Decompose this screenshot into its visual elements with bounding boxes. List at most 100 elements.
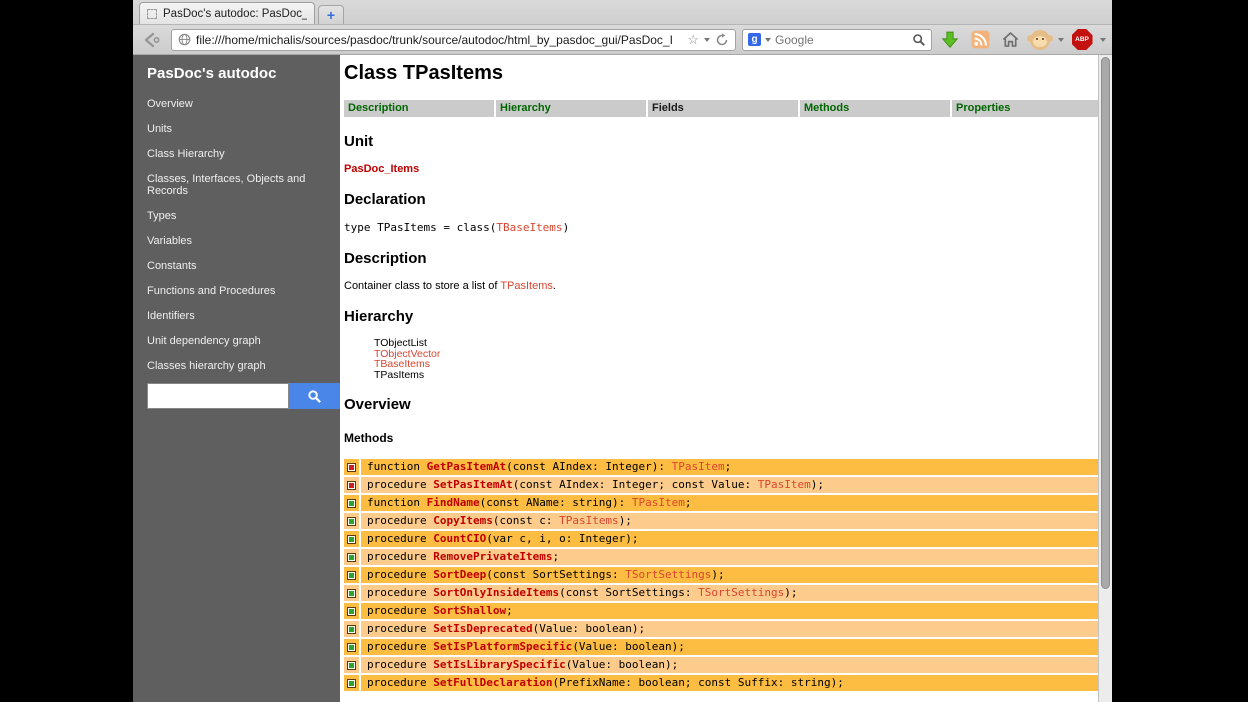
bookmark-star-icon[interactable]: ☆ (687, 32, 699, 48)
hierarchy-entry-tobjectlist: TObjectList (374, 338, 1102, 349)
addon-dropdown-chevron-icon[interactable] (1058, 38, 1064, 42)
sidebar-item-class-hierarchy[interactable]: Class Hierarchy (147, 146, 340, 162)
type-link[interactable]: TSortSettings (698, 586, 784, 599)
code-text: type TPasItems = class( (344, 221, 496, 234)
downloads-button[interactable] (938, 28, 962, 52)
method-row: procedure SetIsPlatformSpecific(Value: b… (344, 639, 1102, 655)
green-square-marker-icon (347, 535, 356, 544)
url-dropdown-chevron-icon[interactable] (704, 38, 710, 42)
code-text: (var c, i, o: Integer); (486, 532, 638, 545)
adblock-dropdown-chevron-icon[interactable] (1100, 38, 1106, 42)
type-link[interactable]: TPasItems (559, 514, 619, 527)
identifier-link[interactable]: RemovePrivateItems (433, 550, 552, 563)
identifier-link[interactable]: SetIsDeprecated (433, 622, 532, 635)
identifier-link[interactable]: SetIsPlatformSpecific (433, 640, 572, 653)
hierarchy-list: TObjectListTObjectVectorTBaseItemsTPasIt… (374, 338, 1102, 380)
vertical-scrollbar[interactable] (1098, 55, 1112, 702)
identifier-link[interactable]: SetPasItemAt (433, 478, 512, 491)
class-nav-hierarchy[interactable]: Hierarchy (496, 100, 646, 117)
method-row: function GetPasItemAt(const AIndex: Inte… (344, 459, 1102, 475)
type-link[interactable]: TBaseItems (496, 221, 562, 234)
sidebar-search-input[interactable] (147, 383, 289, 409)
code-text: procedure (367, 586, 433, 599)
green-square-marker-icon (347, 571, 356, 580)
adblock-plus-icon: ABP (1072, 29, 1093, 50)
sidebar-item-constants[interactable]: Constants (147, 258, 340, 274)
identifier-link[interactable]: FindName (427, 496, 480, 509)
sidebar-search-button[interactable] (289, 383, 340, 409)
type-link[interactable]: TPasItem (758, 478, 811, 491)
back-button[interactable] (139, 29, 165, 51)
type-link[interactable]: TPasItems (500, 280, 553, 292)
method-declaration: procedure SortShallow; (361, 603, 1102, 619)
sidebar-item-identifiers[interactable]: Identifiers (147, 308, 340, 324)
method-declaration: procedure SetIsDeprecated(Value: boolean… (361, 621, 1102, 637)
sidebar-item-types[interactable]: Types (147, 208, 340, 224)
class-nav-description[interactable]: Description (344, 100, 494, 117)
hierarchy-entry-tobjectvector[interactable]: TObjectVector (374, 349, 1102, 360)
sidebar-item-classes-interfaces-objects-and-records[interactable]: Classes, Interfaces, Objects and Records (147, 171, 340, 199)
code-text: (const SortSettings: (486, 568, 625, 581)
code-text: ); (784, 586, 797, 599)
sidebar-item-functions-and-procedures[interactable]: Functions and Procedures (147, 283, 340, 299)
visibility-cell (344, 639, 359, 655)
home-button[interactable] (998, 28, 1022, 52)
sidebar: PasDoc's autodoc OverviewUnitsClass Hier… (133, 55, 340, 702)
rss-feed-button[interactable] (968, 28, 992, 52)
reload-icon[interactable] (715, 33, 729, 47)
class-nav-properties[interactable]: Properties (952, 100, 1102, 117)
hierarchy-entry-tbaseitems[interactable]: TBaseItems (374, 359, 1102, 370)
search-engine-chevron-icon[interactable] (765, 38, 771, 42)
code-text: (const SortSettings: (559, 586, 698, 599)
identifier-link[interactable]: SortDeep (433, 568, 486, 581)
method-declaration: function GetPasItemAt(const AIndex: Inte… (361, 459, 1102, 475)
magnifier-icon (307, 389, 322, 404)
search-magnifier-icon[interactable] (912, 33, 926, 47)
class-nav-methods[interactable]: Methods (800, 100, 950, 117)
identifier-link[interactable]: CopyItems (433, 514, 493, 527)
new-tab-button[interactable]: + (318, 5, 344, 24)
url-text[interactable]: file:///home/michalis/sources/pasdoc/tru… (196, 33, 682, 47)
method-row: procedure SetIsLibrarySpecific(Value: bo… (344, 657, 1102, 673)
identifier-link[interactable]: SetFullDeclaration (433, 676, 552, 689)
type-link[interactable]: TPasItem (672, 460, 725, 473)
sidebar-item-classes-hierarchy-graph[interactable]: Classes hierarchy graph (147, 358, 340, 374)
site-globe-icon (178, 33, 191, 46)
code-text: (PrefixName: boolean; const Suffix: stri… (552, 676, 843, 689)
code-text: ); (711, 568, 724, 581)
code-text: (const AIndex: Integer): (506, 460, 672, 473)
scrollbar-thumb[interactable] (1101, 57, 1110, 589)
code-text: procedure (367, 550, 433, 563)
sidebar-item-overview[interactable]: Overview (147, 96, 340, 112)
identifier-link[interactable]: CountCIO (433, 532, 486, 545)
code-text: function (367, 460, 427, 473)
sidebar-item-units[interactable]: Units (147, 121, 340, 137)
method-declaration: procedure SetIsLibrarySpecific(Value: bo… (361, 657, 1102, 673)
sidebar-item-variables[interactable]: Variables (147, 233, 340, 249)
code-text: ; (552, 550, 559, 563)
url-bar[interactable]: file:///home/michalis/sources/pasdoc/tru… (171, 29, 736, 51)
adblock-plus-button[interactable]: ABP (1070, 28, 1094, 52)
identifier-link[interactable]: SortShallow (433, 604, 506, 617)
search-bar[interactable]: g (742, 29, 932, 51)
type-link[interactable]: TSortSettings (625, 568, 711, 581)
method-declaration: procedure RemovePrivateItems; (361, 549, 1102, 565)
green-square-marker-icon (347, 499, 356, 508)
type-link[interactable]: TPasItem (632, 496, 685, 509)
browser-tab[interactable]: PasDoc's autodoc: PasDoc_I... (139, 2, 315, 24)
code-text: (const c: (493, 514, 559, 527)
identifier-link[interactable]: SortOnlyInsideItems (433, 586, 559, 599)
addon-monkey-button[interactable] (1028, 28, 1052, 52)
sidebar-item-unit-dependency-graph[interactable]: Unit dependency graph (147, 333, 340, 349)
identifier-link[interactable]: GetPasItemAt (427, 460, 506, 473)
code-text: Container class to store a list of (344, 280, 500, 292)
unit-link[interactable]: PasDoc_Items (344, 163, 1102, 175)
method-declaration: procedure SetIsPlatformSpecific(Value: b… (361, 639, 1102, 655)
visibility-cell (344, 657, 359, 673)
download-arrow-icon (941, 31, 959, 49)
page-title: Class TPasItems (344, 62, 1102, 85)
method-row: function FindName(const AName: string): … (344, 495, 1102, 511)
search-input[interactable] (775, 33, 908, 47)
identifier-link[interactable]: SetIsLibrarySpecific (433, 658, 565, 671)
google-engine-icon[interactable]: g (748, 33, 761, 46)
